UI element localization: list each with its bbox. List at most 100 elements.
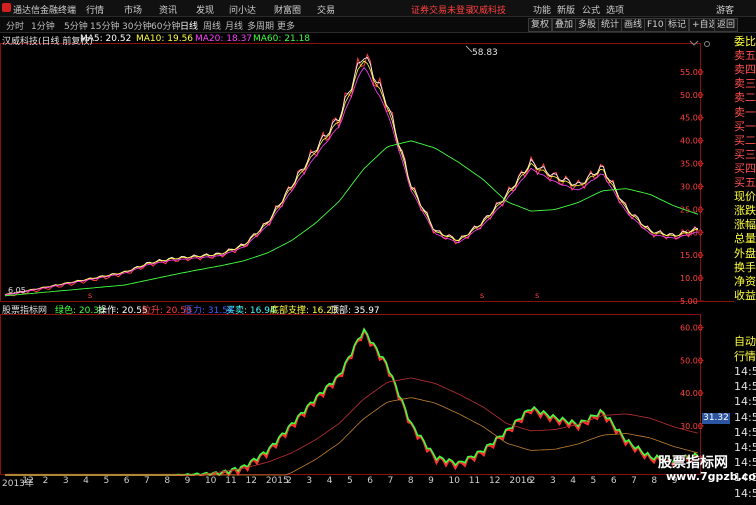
period-tab-monthly[interactable]: 月线 (225, 19, 243, 32)
sidebar-item[interactable]: 买五 (734, 174, 756, 189)
date-tick-label: 4 (326, 476, 333, 486)
ind-trade-label: 买卖: 16.94 (226, 306, 276, 316)
sidebar-item[interactable]: 买三 (734, 146, 756, 161)
sidebar-item[interactable]: 买四 (734, 160, 756, 175)
period-tab-30min[interactable]: 30分钟 (122, 19, 151, 32)
date-tick-label: 6 (367, 476, 374, 486)
period-tab-15min[interactable]: 15分钟 (90, 19, 119, 32)
sidebar-item[interactable]: 买一 (734, 118, 756, 133)
sidebar-item[interactable]: 卖五 (734, 47, 756, 62)
sidebar-time: 14:50 (734, 410, 756, 424)
sidebar-section-label[interactable]: 自动 (734, 333, 756, 348)
date-tick-label: 12 (22, 476, 34, 486)
login-status[interactable]: 证券交易未登录 (411, 3, 474, 16)
f10-button[interactable]: F10 (644, 18, 667, 32)
sidebar-item[interactable]: 委比 (734, 33, 756, 48)
price-tick-label: 15.00 (680, 251, 703, 260)
kline-chart[interactable]: 55.0050.0045.0040.0035.0030.0025.0020.00… (0, 33, 734, 476)
mark-button[interactable]: 标记 (665, 18, 690, 32)
period-tab-daily[interactable]: 日线 (180, 19, 198, 32)
menu-item-quotes[interactable]: 行情 (86, 3, 104, 16)
quote-sidebar: 委比 卖五 卖四 卖三 卖二 卖一 买一 买二 买三 买四 买五 现价 涨跌 涨幅 总量 外盘 换手 净资 收益自动… (734, 33, 756, 505)
period-tab-weekly[interactable]: 周线 (203, 19, 221, 32)
sidebar-item[interactable]: 卖一 (734, 104, 756, 119)
date-tick-label: 11 (468, 476, 481, 486)
sidebar-time: 14:50 (734, 365, 756, 378)
date-tick-label: 2 (529, 476, 536, 486)
period-tab-60min[interactable]: 60分钟 (151, 19, 180, 32)
date-tick-label: 4 (570, 476, 576, 486)
sidebar-item[interactable]: 总量 (734, 230, 756, 245)
date-tick-label: 3 (306, 476, 313, 486)
date-tick-label: 12 (245, 476, 257, 486)
current-stock-tag: 汉威科技 (470, 6, 507, 16)
menu-item-guest[interactable]: 游客 (716, 3, 734, 16)
date-axis: 2013年 12 2 3 4 5 6 7 8 9 10 11 12 2015 2 3 4 5 6 7 8 9 10 11 12 2… (0, 476, 734, 489)
date-tick-label: 5 (590, 476, 597, 486)
menu-item-trade[interactable]: 交易 (317, 3, 335, 16)
sidebar-item[interactable]: 换手 (734, 259, 756, 274)
indicator-tick-label: 30.00 (680, 422, 703, 431)
period-tab-1min[interactable]: 1分钟 (31, 19, 55, 32)
indicator-tick-label: 50.00 (680, 356, 703, 365)
sidebar-item[interactable]: 卖三 (734, 75, 756, 90)
sidebar-item[interactable]: 涨幅 (734, 216, 756, 231)
sidebar-item[interactable]: 收益 (734, 287, 756, 302)
sidebar-item[interactable]: 外盘 (734, 245, 756, 260)
menu-item-options[interactable]: 选项 (606, 3, 624, 16)
date-tick-label: 3 (549, 476, 556, 486)
overlay-button[interactable]: 叠加 (552, 18, 577, 32)
sidebar-item[interactable]: 现价 (734, 188, 756, 203)
app-logo-icon (2, 3, 11, 12)
price-tick-label: 45.00 (680, 114, 703, 123)
sidebar-item[interactable]: 净资 (734, 273, 756, 288)
date-tick-label: 8 (407, 476, 414, 486)
date-tick-label: 4 (83, 476, 89, 486)
date-tick-label: 7 (387, 476, 394, 486)
multi-stock-button[interactable]: 多股 (575, 18, 600, 32)
date-tick-label: 7 (144, 476, 150, 486)
price-tick-label: 5.00 (680, 297, 698, 306)
current-price-tag: 31.32 (702, 413, 730, 424)
watermark-url: www.7gpzb.com (666, 470, 756, 483)
sidebar-item[interactable]: 卖四 (734, 61, 756, 76)
date-tick-label: 2 (42, 476, 49, 486)
sidebar-section-label[interactable]: 行情 (734, 348, 756, 363)
ma20-label: MA20: 18.37 (195, 34, 253, 44)
indicator-name: 股票指标网 (2, 306, 48, 316)
draw-line-button[interactable]: 画线 (621, 18, 646, 32)
title-bar: 通达信金融终端 行情 市场 资讯 发现 问小达 财富圈 交易 证券交易未登录 汉… (0, 0, 756, 17)
date-tick-label: 11 (225, 476, 237, 486)
menu-item-function[interactable]: 功能 (533, 3, 551, 16)
menu-item-ask[interactable]: 问小达 (229, 3, 256, 16)
watermark: 股票指标网 www.7gpzb.com (656, 452, 756, 487)
date-tick-label: 8 (164, 476, 171, 486)
sidebar-time: 14:50 (734, 486, 756, 500)
low-price-label: 6.05 (8, 286, 26, 295)
period-tab-more[interactable]: 更多 (277, 19, 295, 32)
price-tick-label: 50.00 (680, 91, 703, 100)
period-tab-multi[interactable]: 多周期 (247, 19, 274, 32)
menu-item-formula[interactable]: 公式 (582, 3, 600, 16)
price-tick-label: 35.00 (680, 160, 703, 169)
menu-item-new-version[interactable]: 新版 (557, 3, 575, 16)
back-button[interactable]: 返回 (714, 18, 739, 32)
sidebar-time: 14:50 (734, 425, 756, 439)
ma5-label: MA5: 20.52 (80, 34, 132, 44)
sidebar-item[interactable]: 涨跌 (734, 202, 756, 217)
period-toolbar: 分时 1分钟 5分钟 15分钟 30分钟 60分钟 日线 周线 月线 多周期 更… (0, 17, 756, 33)
menu-item-discover[interactable]: 发现 (196, 3, 214, 16)
period-tab-5min[interactable]: 5分钟 (64, 19, 88, 32)
statistics-button[interactable]: 统计 (598, 18, 623, 32)
watermark-title: 股票指标网 (658, 455, 728, 471)
menu-item-news[interactable]: 资讯 (159, 3, 177, 16)
period-tab-timeshare[interactable]: 分时 (6, 19, 24, 32)
menu-item-market[interactable]: 市场 (124, 3, 142, 16)
adjust-button[interactable]: 复权 (528, 18, 553, 32)
menu-item-wealth[interactable]: 财富圈 (274, 3, 301, 16)
date-tick-label: 10 (448, 476, 460, 486)
sidebar-item[interactable]: 卖二 (734, 89, 756, 104)
sidebar-item[interactable]: 买二 (734, 132, 756, 147)
price-tick-label: 30.00 (680, 182, 703, 191)
price-tick-label: 10.00 (680, 274, 703, 283)
